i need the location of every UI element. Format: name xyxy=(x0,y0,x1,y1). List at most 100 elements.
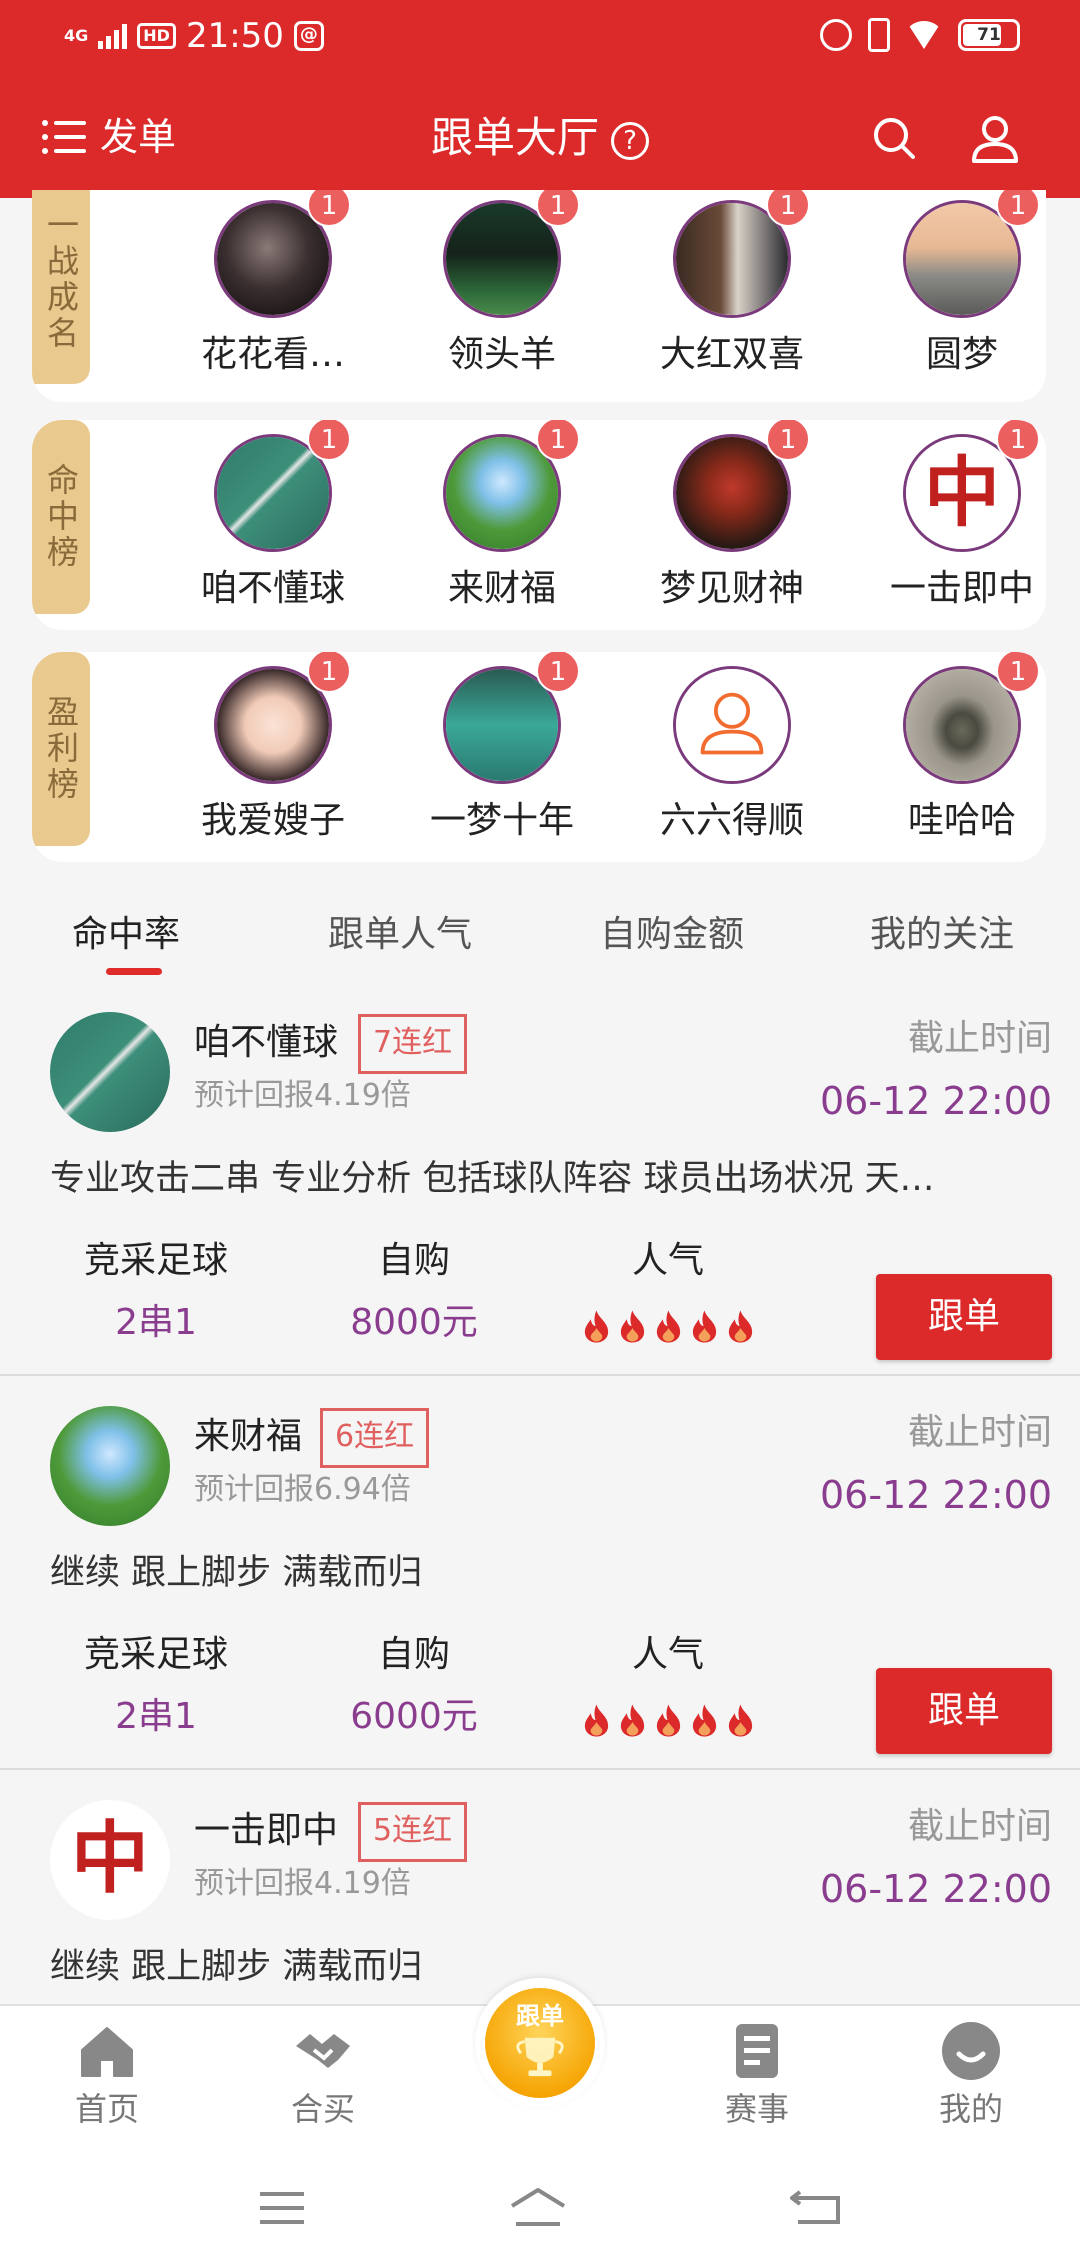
system-nav-bar xyxy=(0,2156,1080,2256)
entry-name: 一梦十年 xyxy=(429,800,574,841)
count-badge: 1 xyxy=(996,190,1040,227)
popularity-flames xyxy=(568,1308,768,1344)
deadline-time: 06-12 22:00 xyxy=(819,1079,1052,1123)
plan-card[interactable]: 咱不懂球 7连红 预计回报4.19倍 截止时间 06-12 22:00 专业攻击… xyxy=(0,984,1080,1376)
board-tag: 命中榜 xyxy=(32,420,90,614)
board-entry[interactable]: 1 来财福 xyxy=(387,420,617,612)
home-nav-icon[interactable] xyxy=(508,2186,568,2230)
count-badge: 1 xyxy=(996,652,1040,693)
entry-name: 梦见财神 xyxy=(659,568,804,609)
avatar: 1 xyxy=(673,420,810,552)
deadline-time: 06-12 22:00 xyxy=(819,1867,1052,1911)
fab-label: 跟单 xyxy=(516,2002,564,2030)
lottery-type-value: 2串1 xyxy=(115,1696,197,1737)
avatar: 1 xyxy=(673,190,810,318)
recents-icon[interactable] xyxy=(252,2186,312,2230)
popularity: 人气 xyxy=(568,1238,768,1344)
board-tag: 盈利榜 xyxy=(32,652,90,846)
count-badge: 1 xyxy=(307,652,351,693)
board-entry[interactable]: 中1 一击即中 xyxy=(847,420,1046,612)
self-purchase-label: 自购 xyxy=(377,1240,450,1281)
follow-button[interactable]: 跟单 xyxy=(876,1668,1052,1754)
board-entry[interactable]: 1 花花看… xyxy=(158,190,388,378)
tab-self-purchase[interactable]: 自购金额 xyxy=(600,900,744,970)
fire-icon xyxy=(692,1310,716,1343)
hd-badge: HD xyxy=(137,23,176,49)
board-entry[interactable]: 1 我爱嫂子 xyxy=(158,652,388,844)
page-title: 跟单大厅 xyxy=(430,113,599,162)
author-name: 一击即中 xyxy=(194,1810,339,1851)
clock: 21:50 xyxy=(185,16,284,56)
count-badge: 1 xyxy=(536,652,580,693)
at-icon: @ xyxy=(293,21,324,51)
board-entry[interactable]: 1 大红双喜 xyxy=(617,190,847,378)
nav-group-buy[interactable]: 合买 xyxy=(258,2020,388,2130)
fire-icon xyxy=(728,1310,752,1343)
nav-home-label: 首页 xyxy=(74,2090,139,2128)
lottery-type: 竞采足球 2串1 xyxy=(76,1238,236,1346)
leaderboard-profit: 盈利榜 1 我爱嫂子 1 一梦十年 六六得顺 1 哇哈哈 xyxy=(32,652,1046,862)
lottery-type: 竞采足球 2串1 xyxy=(76,1632,236,1740)
self-purchase-value: 8000元 xyxy=(350,1302,478,1343)
self-purchase: 自购 6000元 xyxy=(334,1632,494,1740)
help-icon[interactable]: ? xyxy=(611,121,649,160)
home-icon xyxy=(81,2027,133,2077)
tab-indicator xyxy=(106,968,162,975)
popularity-flames xyxy=(568,1702,768,1738)
entry-name: 一击即中 xyxy=(889,568,1034,609)
tab-popularity[interactable]: 跟单人气 xyxy=(328,900,472,970)
nav-group-buy-label: 合买 xyxy=(290,2090,355,2128)
board-entry[interactable]: 1 咱不懂球 xyxy=(158,420,388,612)
entry-name: 领头羊 xyxy=(447,334,556,375)
nav-matches[interactable]: 赛事 xyxy=(692,2020,822,2130)
handshake-icon xyxy=(296,2034,350,2068)
avatar: 1 xyxy=(214,652,351,784)
count-badge: 1 xyxy=(996,420,1040,461)
tab-hit-rate[interactable]: 命中率 xyxy=(72,900,180,970)
popularity-label: 人气 xyxy=(631,1240,704,1281)
follow-button[interactable]: 跟单 xyxy=(876,1274,1052,1360)
board-entry[interactable]: 1 一梦十年 xyxy=(387,652,617,844)
board-entry[interactable]: 1 领头羊 xyxy=(387,190,617,378)
search-icon[interactable] xyxy=(872,116,916,160)
battery-level: 71 xyxy=(977,25,1001,45)
plan-description: 专业攻击二串 专业分析 包括球队阵容 球员出场状况 天… xyxy=(50,1159,935,1199)
page-title-wrap: 跟单大厅? xyxy=(0,110,1080,166)
avatar xyxy=(673,666,791,784)
board-entry[interactable]: 1 梦见财神 xyxy=(617,420,847,612)
avatar: 中1 xyxy=(903,420,1040,552)
avatar: 1 xyxy=(214,420,351,552)
self-purchase-label: 自购 xyxy=(377,1634,450,1675)
lottery-type-label: 竞采足球 xyxy=(83,1634,228,1675)
user-icon[interactable] xyxy=(970,114,1020,164)
count-badge: 1 xyxy=(307,420,351,461)
lottery-type-label: 竞采足球 xyxy=(83,1240,228,1281)
self-purchase-value: 6000元 xyxy=(350,1696,478,1737)
follow-center-button[interactable]: 跟单 xyxy=(475,1978,605,2108)
avatar: 1 xyxy=(443,652,580,784)
tab-following[interactable]: 我的关注 xyxy=(870,900,1014,970)
nav-matches-label: 赛事 xyxy=(724,2090,789,2128)
author-name: 来财福 xyxy=(194,1416,303,1457)
nav-home[interactable]: 首页 xyxy=(42,2020,172,2130)
avatar: 1 xyxy=(443,420,580,552)
back-icon[interactable] xyxy=(786,2186,846,2230)
board-entry[interactable]: 1 哇哈哈 xyxy=(847,652,1046,844)
entry-name: 哇哈哈 xyxy=(907,800,1016,841)
nav-mine[interactable]: 我的 xyxy=(906,2020,1036,2130)
entry-name: 我爱嫂子 xyxy=(200,800,345,841)
streak-badge: 5连红 xyxy=(358,1802,468,1862)
plan-card[interactable]: 来财福 6连红 预计回报6.94倍 截止时间 06-12 22:00 继续 跟上… xyxy=(0,1378,1080,1770)
trophy-badge: 跟单 xyxy=(485,1988,595,2098)
fire-icon xyxy=(656,1704,680,1737)
board-entry[interactable]: 1 圆梦 xyxy=(847,190,1046,378)
fire-icon xyxy=(620,1310,644,1343)
app-header: 发单 跟单大厅? xyxy=(0,76,1080,198)
board-entry[interactable]: 六六得顺 xyxy=(617,666,847,844)
status-bar: 4G HD 21:50 @ 71 xyxy=(0,0,1080,76)
count-badge: 1 xyxy=(766,420,810,461)
count-badge: 1 xyxy=(307,190,351,227)
battery-icon: 71 xyxy=(958,19,1020,51)
count-badge: 1 xyxy=(766,190,810,227)
trophy-icon xyxy=(516,2037,564,2077)
